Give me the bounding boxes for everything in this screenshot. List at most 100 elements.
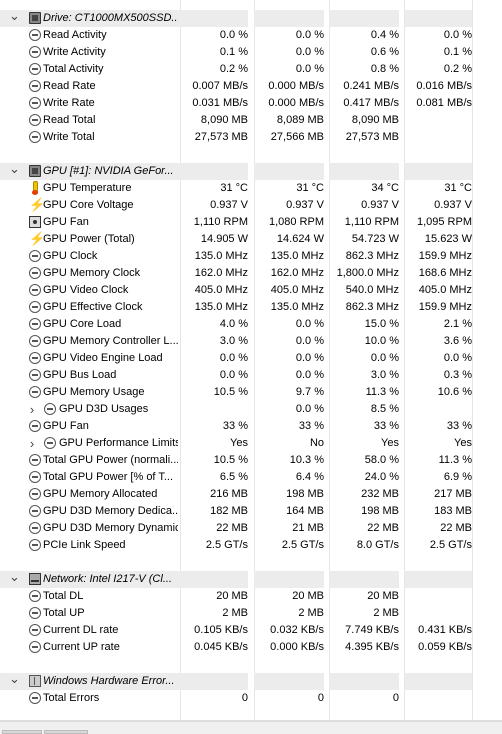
section-header[interactable]: ⌄ GPU [#1]: NVIDIA GeFor...	[0, 162, 502, 180]
maximum-value: 198 MB	[361, 505, 399, 517]
sensor-row[interactable]: GPU Clock 135.0 MHz 135.0 MHz 862.3 MHz 159.…	[0, 248, 502, 265]
sensor-label: Total Errors	[43, 692, 100, 704]
thermometer-icon	[32, 181, 38, 195]
chevron-down-icon[interactable]: ⌄	[9, 570, 20, 588]
clock-icon	[29, 420, 41, 432]
average-value	[405, 129, 472, 146]
current-value: 162.0 MHz	[194, 267, 248, 279]
chevron-down-icon[interactable]: ⌄	[9, 672, 20, 690]
chevron-down-icon[interactable]: ⌄	[9, 162, 20, 180]
section-header[interactable]: ⌄ Drive: CT1000MX500SSD...	[0, 9, 502, 27]
header-cell	[0, 10, 8, 27]
sensor-row[interactable]: Current DL rate 0.105 KB/s 0.032 KB/s 7.749…	[0, 622, 502, 639]
sensor-row[interactable]: Current UP rate 0.045 KB/s 0.000 KB/s 4.395…	[0, 639, 502, 656]
average-value: 0.431 KB/s	[418, 624, 472, 636]
sensor-row[interactable]: Read Total 8,090 MB 8,089 MB 8,090 MB	[0, 112, 502, 129]
sensor-label: Total DL	[43, 590, 84, 602]
sensor-row[interactable]: Total DL 20 MB 20 MB 20 MB	[0, 588, 502, 605]
sensor-row[interactable]: Read Rate 0.007 MB/s 0.000 MB/s 0.241 MB/s 0…	[0, 78, 502, 95]
current-value: 2.5 GT/s	[205, 539, 248, 551]
clock-icon	[29, 318, 41, 330]
sensor-row[interactable]: Write Activity 0.1 % 0.0 % 0.6 % 0.1 %	[0, 44, 502, 61]
header-cell	[180, 571, 248, 588]
sensor-row[interactable]: GPU Fan 33 % 33 % 33 % 33 %	[0, 418, 502, 435]
sensor-label: GPU Temperature	[43, 182, 132, 194]
average-value: 1,095 RPM	[416, 216, 472, 228]
sensor-row[interactable]: GPU Video Clock 405.0 MHz 405.0 MHz 540.0 M…	[0, 282, 502, 299]
sensor-row[interactable]: PCIe Link Speed 2.5 GT/s 2.5 GT/s 8.0 GT/s 2…	[0, 537, 502, 554]
clock-icon	[29, 386, 41, 398]
bottom-toolbar-button[interactable]	[44, 730, 88, 734]
header-cell	[405, 163, 472, 180]
header-cell	[0, 673, 8, 690]
sensor-row[interactable]: ⚡ GPU Power (Total) 14.905 W 14.624 W 54.723…	[0, 231, 502, 248]
chevron-right-icon[interactable]: ›	[27, 401, 37, 418]
sensor-row[interactable]: ⚡ GPU Core Voltage 0.937 V 0.937 V 0.937 V 0.…	[0, 197, 502, 214]
drive-icon	[29, 12, 41, 24]
maximum-value: 22 MB	[367, 522, 399, 534]
sensor-row[interactable]: Total Errors 0 0 0	[0, 690, 502, 707]
sensor-label: GPU Power (Total)	[43, 233, 135, 245]
minimum-value: 0.000 KB/s	[270, 641, 324, 653]
chevron-down-icon[interactable]: ⌄	[9, 9, 20, 27]
chevron-right-icon[interactable]: ›	[27, 435, 37, 452]
minimum-value: 164 MB	[286, 505, 324, 517]
current-value: Yes	[230, 437, 248, 449]
sensor-label: Read Activity	[43, 29, 107, 41]
sensor-label: GPU Memory Allocated	[43, 488, 158, 500]
bottom-toolbar-button[interactable]	[2, 730, 42, 734]
sensor-row[interactable]: GPU Bus Load 0.0 % 0.0 % 3.0 % 0.3 %	[0, 367, 502, 384]
average-value	[405, 112, 472, 129]
clock-icon	[29, 641, 41, 653]
sensor-row[interactable]: Total Activity 0.2 % 0.0 % 0.8 % 0.2 %	[0, 61, 502, 78]
sensor-row[interactable]: Write Total 27,573 MB 27,566 MB 27,573 MB	[0, 129, 502, 146]
maximum-value: 15.0 %	[364, 318, 399, 330]
current-value: 6.5 %	[219, 471, 248, 483]
current-value: 10.5 %	[213, 454, 248, 466]
average-value: 3.6 %	[443, 335, 472, 347]
sensor-row[interactable]: GPU Memory Clock 162.0 MHz 162.0 MHz 1,800.…	[0, 265, 502, 282]
sensor-row[interactable]: GPU Temperature 31 °C 31 °C 34 °C 31 °C	[0, 180, 502, 197]
header-cell	[0, 571, 8, 588]
maximum-value: 20 MB	[367, 590, 399, 602]
sensor-row[interactable]: GPU Memory Usage 10.5 % 9.7 % 11.3 % 10.6 %	[0, 384, 502, 401]
current-value: 10.5 %	[213, 386, 248, 398]
maximum-value: 0.4 %	[370, 29, 399, 41]
sensor-row[interactable]: GPU Memory Allocated 216 MB 198 MB 232 MB 21…	[0, 486, 502, 503]
clock-icon	[29, 488, 41, 500]
average-value: 2.1 %	[443, 318, 472, 330]
sensor-row[interactable]: › GPU D3D Usages 0.0 % 8.5 %	[0, 401, 502, 418]
sensor-row[interactable]: GPU D3D Memory Dynamic 22 MB 21 MB 22 MB 22 …	[0, 520, 502, 537]
minimum-value: 20 MB	[292, 590, 324, 602]
sensor-row[interactable]: Total GPU Power (normali... 10.5 % 10.3 % 5…	[0, 452, 502, 469]
minimum-value: 198 MB	[286, 488, 324, 500]
windows-icon	[29, 675, 41, 687]
header-cell	[329, 673, 399, 690]
sensor-row[interactable]: GPU Video Engine Load 0.0 % 0.0 % 0.0 % 0.0 …	[0, 350, 502, 367]
sensor-row[interactable]: Write Rate 0.031 MB/s 0.000 MB/s 0.417 MB/s…	[0, 95, 502, 112]
sensor-row[interactable]: › GPU Performance Limits Yes No Yes Yes	[0, 435, 502, 452]
sensor-row[interactable]: GPU D3D Memory Dedica... 182 MB 164 MB 198 …	[0, 503, 502, 520]
sensor-label: Read Total	[43, 114, 96, 126]
current-value: 14.905 W	[200, 233, 248, 245]
current-value: 3.0 %	[219, 335, 248, 347]
section-header[interactable]: ⌄ Windows Hardware Error...	[0, 672, 502, 690]
sensor-label: GPU Performance Limits	[59, 437, 178, 449]
maximum-value: 7.749 KB/s	[345, 624, 399, 636]
sensor-row[interactable]: GPU Memory Controller L... 3.0 % 0.0 % 10.0…	[0, 333, 502, 350]
section-header[interactable]: ⌄ Network: Intel I217-V (Cl...	[0, 570, 502, 588]
average-value: 10.6 %	[437, 386, 472, 398]
sensor-row[interactable]: GPU Core Load 4.0 % 0.0 % 15.0 % 2.1 %	[0, 316, 502, 333]
current-value: 135.0 MHz	[194, 250, 248, 262]
sensor-row[interactable]: GPU Effective Clock 135.0 MHz 135.0 MHz 862…	[0, 299, 502, 316]
clock-icon	[29, 29, 41, 41]
sensor-row[interactable]: Total GPU Power [% of T... 6.5 % 6.4 % 24.0…	[0, 469, 502, 486]
average-value: 168.6 MHz	[418, 267, 472, 279]
sensor-row[interactable]: GPU Fan 1,110 RPM 1,080 RPM 1,110 RPM 1,095 …	[0, 214, 502, 231]
sensor-row[interactable]: Total UP 2 MB 2 MB 2 MB	[0, 605, 502, 622]
maximum-value: 0.6 %	[370, 46, 399, 58]
average-value: 0.0 %	[443, 29, 472, 41]
average-value: 33 %	[446, 420, 472, 432]
sensor-row[interactable]: Read Activity 0.0 % 0.0 % 0.4 % 0.0 %	[0, 27, 502, 44]
sensor-label: GPU Video Engine Load	[43, 352, 163, 364]
